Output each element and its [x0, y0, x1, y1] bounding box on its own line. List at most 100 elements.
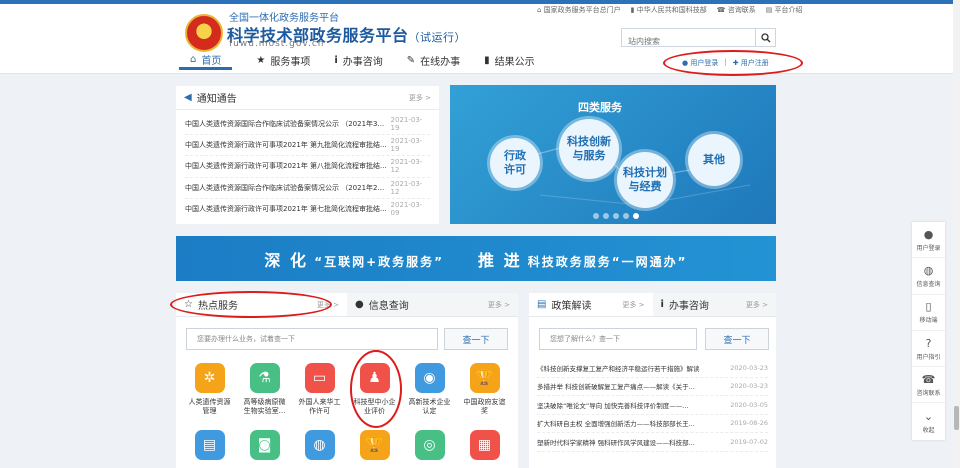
service-item[interactable]: ▭ 外国人来华工作许可 [292, 363, 347, 416]
service-icon: ◎ [414, 430, 445, 460]
carousel-dot[interactable] [603, 213, 609, 219]
slogan-left-phrase: “互联网+政务服务” [314, 254, 445, 269]
sidebar-item[interactable]: ◍ 信息查询 [912, 258, 945, 295]
policy-more-link[interactable]: 更多 > [622, 300, 644, 310]
sidebar-item[interactable]: ▯ 移动端 [912, 295, 945, 331]
consult-more-link[interactable]: 更多 > [746, 300, 768, 310]
phone-icon: ☎ [921, 372, 936, 386]
service-glyph-icon: ◉ [423, 370, 436, 386]
service-glyph-icon: ◍ [313, 437, 326, 453]
top-link-contact[interactable]: ☎ 咨询联系 [717, 5, 756, 15]
service-search-input[interactable]: 您要办理什么业务，试着查一下 [186, 328, 438, 350]
notice-item[interactable]: 中国人类遗传资源国际合作临床试验备案情况公示 （2021年2... 2021-03… [185, 178, 430, 199]
banner-bubble[interactable]: 行政 许可 [490, 138, 540, 188]
scrollbar-track[interactable] [953, 0, 960, 468]
banner-bubble[interactable]: 科技创新 与服务 [559, 119, 619, 179]
site-search-input[interactable] [622, 33, 752, 50]
service-name: 高新技术企业认定 [408, 398, 451, 415]
carousel-dot[interactable] [623, 213, 629, 219]
policy-item[interactable]: 塑新时代科学家精神 强科研作风学风建设——科技部... 2019-07-02 [537, 433, 768, 452]
main-nav: ⌂ 首页 ★ 服务事项 i 办事咨询 ✎ 在线办事 ▮ 结果公示 [179, 51, 559, 72]
national-emblem-logo[interactable] [185, 14, 223, 52]
notice-item-text: 中国人类遗传资源国际合作临床试验备案情况公示 （2021年3... [185, 120, 385, 129]
top-link-portal[interactable]: ⌂ 国家政务服务平台总门户 [537, 5, 621, 15]
service-icon: ✲ [194, 363, 225, 393]
policy-search-button[interactable]: 查一下 [705, 328, 769, 350]
carousel-dot[interactable] [613, 213, 619, 219]
service-item[interactable]: ▦ [457, 430, 512, 460]
star-icon: ★ [256, 55, 266, 66]
slogan-left-verb: 深 化 [264, 250, 308, 270]
policy-item-text: 扩大科研自主权 全面增强创新活力——科技部部长王... [537, 420, 695, 429]
carousel-dot[interactable] [593, 213, 599, 219]
nav-online[interactable]: ✎ 在线办事 [407, 51, 460, 70]
policy-item[interactable]: 多措并举 科技创新破解复工复产痛点——解读《关于... 2020-03-23 [537, 378, 768, 396]
nav-results[interactable]: ▮ 结果公示 [484, 51, 535, 70]
policy-search-input[interactable]: 您想了解什么？查一下 [539, 328, 697, 350]
banner-carousel-dots [593, 213, 639, 219]
search-button[interactable] [755, 29, 775, 46]
services-panel: ☆ 热点服务 更多 > ● 信息查询 更多 > 您要办理什么业务，试着查一下 查一下… [176, 293, 518, 468]
policy-item-date: 2019-07-02 [730, 437, 768, 446]
tab-consult[interactable]: i 办事咨询 更多 > [652, 293, 776, 316]
service-item[interactable]: 🏆 [347, 430, 402, 460]
service-item[interactable]: ◎ [402, 430, 457, 460]
notice-item[interactable]: 中国人类遗传资源国际合作临床试验备案情况公示 （2021年3... 2021-03… [185, 114, 430, 136]
nav-consult[interactable]: i 办事咨询 [334, 51, 382, 70]
service-item[interactable]: ▤ [182, 430, 237, 460]
help-icon: ? [925, 336, 932, 350]
notice-more-link[interactable]: 更多 > [409, 93, 431, 103]
banner-title: 四类服务 [578, 101, 622, 114]
notice-panel: ◀ 通知通告 更多 > 中国人类遗传资源国际合作临床试验备案情况公示 （2021年… [176, 86, 439, 224]
top-link-about[interactable]: ▤ 平台介绍 [766, 5, 803, 15]
sidebar-item-label: 移动端 [919, 317, 938, 325]
service-glyph-icon: ⚗ [258, 370, 271, 386]
notice-item[interactable]: 中国人类遗传资源行政许可事项2021年 第七批简化流程审批结... 2021-03… [185, 199, 430, 220]
policy-item[interactable]: 扩大科研自主权 全面增强创新活力——科技部部长王... 2019-08-26 [537, 415, 768, 433]
service-item[interactable]: ◙ [237, 430, 292, 460]
service-icon: ⚗ [249, 363, 280, 393]
service-item[interactable]: ◍ [292, 430, 347, 460]
info-icon: i [334, 55, 338, 66]
document-icon: ▤ [537, 299, 547, 310]
notice-item-date: 2021-03-19 [390, 116, 423, 133]
policy-item-text: 塑新时代科学家精神 强科研作风学风建设——科技部... [537, 438, 695, 447]
service-item[interactable]: ⚗ 高等级病原微生物实验室... [237, 363, 292, 416]
notice-list: 中国人类遗传资源国际合作临床试验备案情况公示 （2021年3... 2021-03… [176, 110, 439, 220]
top-link-ministry[interactable]: ▮ 中华人民共和国科技部 [631, 5, 707, 15]
info-icon: i [660, 299, 664, 310]
service-search-button[interactable]: 查一下 [444, 328, 508, 350]
book-icon: ▮ [484, 55, 490, 66]
banner-bubble-label: 行政 许可 [504, 149, 526, 176]
tab-policy[interactable]: ▤ 政策解读 更多 > [529, 293, 653, 316]
notice-item-text: 中国人类遗传资源行政许可事项2021年 第七批简化流程审批结... [185, 205, 387, 214]
top-links: ⌂ 国家政务服务平台总门户 ▮ 中华人民共和国科技部 ☎ 咨询联系 ▤ 平台介绍 [537, 5, 803, 15]
service-glyph-icon: ▦ [477, 437, 492, 453]
bulb-icon: ● [355, 299, 364, 310]
slogan-right-phrase: 科技政务服务“一网通办” [527, 254, 688, 269]
service-item[interactable]: ◉ 高新技术企业认定 [402, 363, 457, 416]
banner-bubble[interactable]: 其他 [688, 134, 740, 186]
sidebar-item[interactable]: ⌄ 收起 [912, 403, 945, 439]
info-more-link[interactable]: 更多 > [488, 300, 510, 310]
policy-item-text: 坚决破除“唯论文”导向 加快完善科技评价制度——... [537, 401, 689, 410]
tab-info-query[interactable]: ● 信息查询 更多 > [347, 293, 518, 316]
sidebar-item[interactable]: ☎ 咨询联系 [912, 367, 945, 404]
nav-services[interactable]: ★ 服务事项 [256, 51, 310, 70]
sidebar-item[interactable]: ● 用户登录 [912, 222, 945, 259]
scrollbar-thumb[interactable] [954, 406, 959, 430]
policy-item[interactable]: 坚决破除“唯论文”导向 加快完善科技评价制度——... 2020-03-05 [537, 396, 768, 415]
banner-bubble-label: 其他 [703, 153, 725, 166]
policy-item[interactable]: 《科技创新支撑复工复产和经济平稳运行若干措施》解读 2020-03-23 [537, 359, 768, 378]
carousel-dot[interactable] [633, 213, 639, 219]
service-icon: ◙ [249, 430, 280, 460]
notice-item[interactable]: 中国人类遗传资源行政许可事项2021年 第八批简化流程审批结... 2021-03… [185, 156, 430, 178]
notice-item[interactable]: 中国人类遗传资源行政许可事项2021年 第九批简化流程审批结... 2021-03… [185, 135, 430, 157]
search-icon [760, 32, 770, 42]
banner-bubble[interactable]: 科技计划 与经费 [617, 152, 673, 208]
service-item[interactable]: ✲ 人类遗传资源管理 [182, 363, 237, 416]
nav-home[interactable]: ⌂ 首页 [179, 51, 233, 70]
sidebar-item[interactable]: ? 用户指引 [912, 331, 945, 368]
notice-header: ◀ 通知通告 更多 > [176, 86, 439, 110]
service-item[interactable]: 🏆 中国政府友谊奖 [457, 363, 512, 416]
